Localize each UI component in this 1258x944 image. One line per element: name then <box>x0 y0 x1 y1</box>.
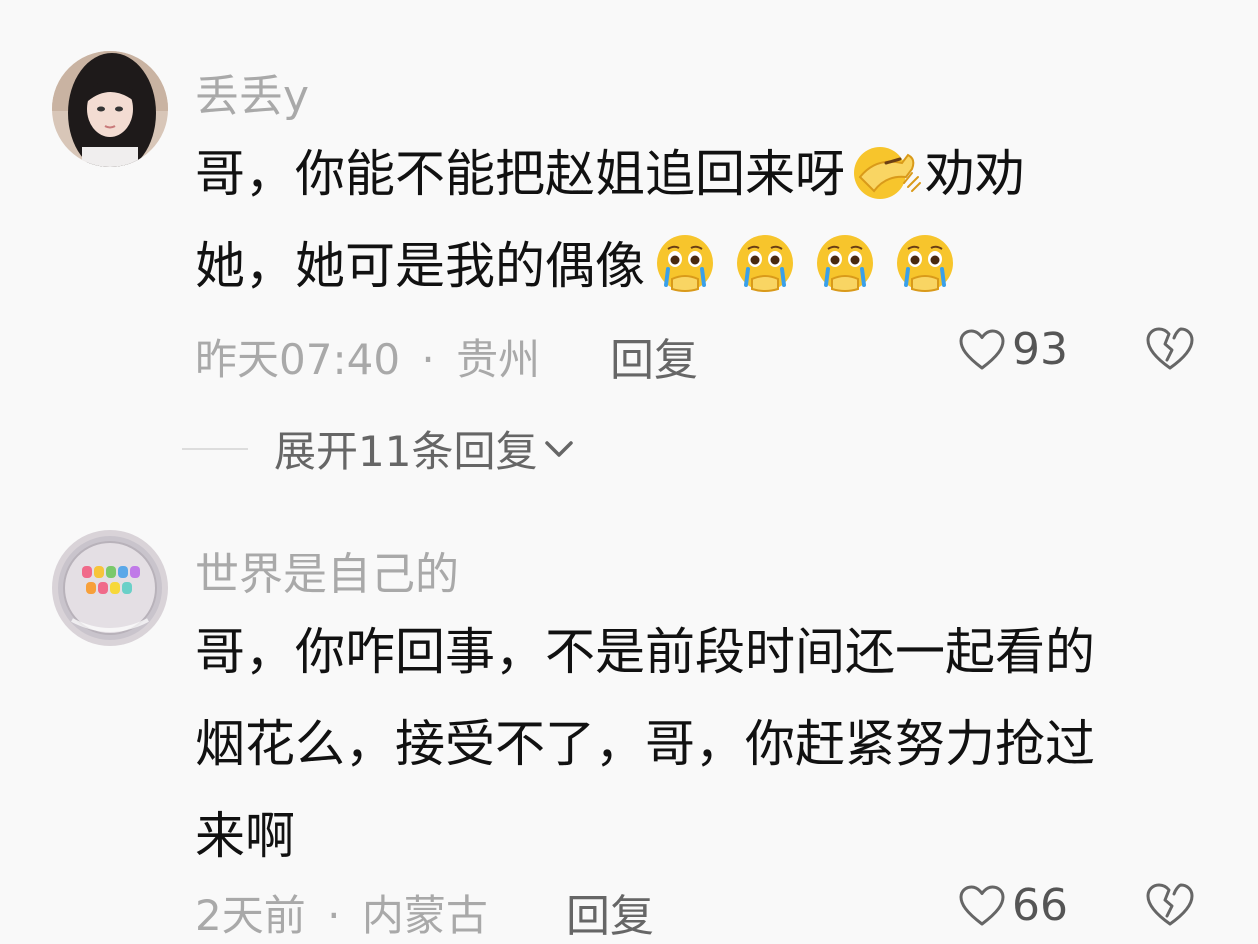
meta-separator: · <box>327 891 341 940</box>
avatar[interactable] <box>52 530 168 646</box>
like-count: 93 <box>1012 324 1068 375</box>
heart-icon <box>959 885 1005 925</box>
dislike-button[interactable] <box>1145 326 1195 376</box>
chevron-down-icon <box>545 440 574 457</box>
pleading-tears-emoji-icon <box>886 229 964 295</box>
reply-button[interactable]: 回复 <box>566 880 654 944</box>
broken-heart-icon <box>1146 327 1194 370</box>
comment-meta: 昨天07:40 · 贵州 <box>195 326 540 387</box>
comment-text-segment: 她，她可是我的偶像 <box>195 237 645 295</box>
like-button[interactable]: 93 <box>958 324 1068 375</box>
expand-replies-label: 展开11条回复 <box>274 427 538 476</box>
comment-text-segment: 哥，你能不能把赵姐追回来呀 <box>195 145 845 203</box>
like-count: 66 <box>1012 880 1068 931</box>
pleading-tears-emoji-icon <box>806 229 884 295</box>
comment-meta: 2天前 · 内蒙古 <box>195 882 488 943</box>
broken-heart-icon <box>1146 883 1194 926</box>
avatar[interactable] <box>52 51 168 167</box>
facepalm-emoji-icon <box>846 137 924 203</box>
divider <box>182 447 248 450</box>
reply-button[interactable]: 回复 <box>610 324 698 388</box>
expand-replies[interactable]: 展开11条回复 <box>182 418 575 479</box>
timestamp: 2天前 <box>195 891 306 940</box>
location: 贵州 <box>456 335 541 384</box>
pleading-tears-emoji-icon <box>726 229 804 295</box>
username[interactable]: 丢丢y <box>195 60 309 124</box>
pleading-tears-emoji-icon <box>646 229 724 295</box>
comment-text: 哥，你能不能把赵姐追回来呀 劝劝 她，她可是我的偶像 <box>195 128 1215 312</box>
comment-text-segment: 哥，你咋回事，不是前段时间还一起看的 <box>195 623 1095 681</box>
comment-text-segment: 来啊 <box>195 807 295 865</box>
location: 内蒙古 <box>361 891 488 940</box>
comment-text-segment: 劝劝 <box>925 145 1025 203</box>
heart-icon <box>959 329 1005 369</box>
meta-separator: · <box>421 335 435 384</box>
dislike-button[interactable] <box>1145 882 1195 932</box>
username[interactable]: 世界是自己的 <box>195 538 459 602</box>
comment-text: 哥，你咋回事，不是前段时间还一起看的 烟花么，接受不了，哥，你赶紧努力抢过 来啊 <box>195 606 1215 882</box>
comment-text-segment: 烟花么，接受不了，哥，你赶紧努力抢过 <box>195 715 1095 773</box>
timestamp: 昨天07:40 <box>195 335 401 384</box>
like-button[interactable]: 66 <box>958 880 1068 931</box>
